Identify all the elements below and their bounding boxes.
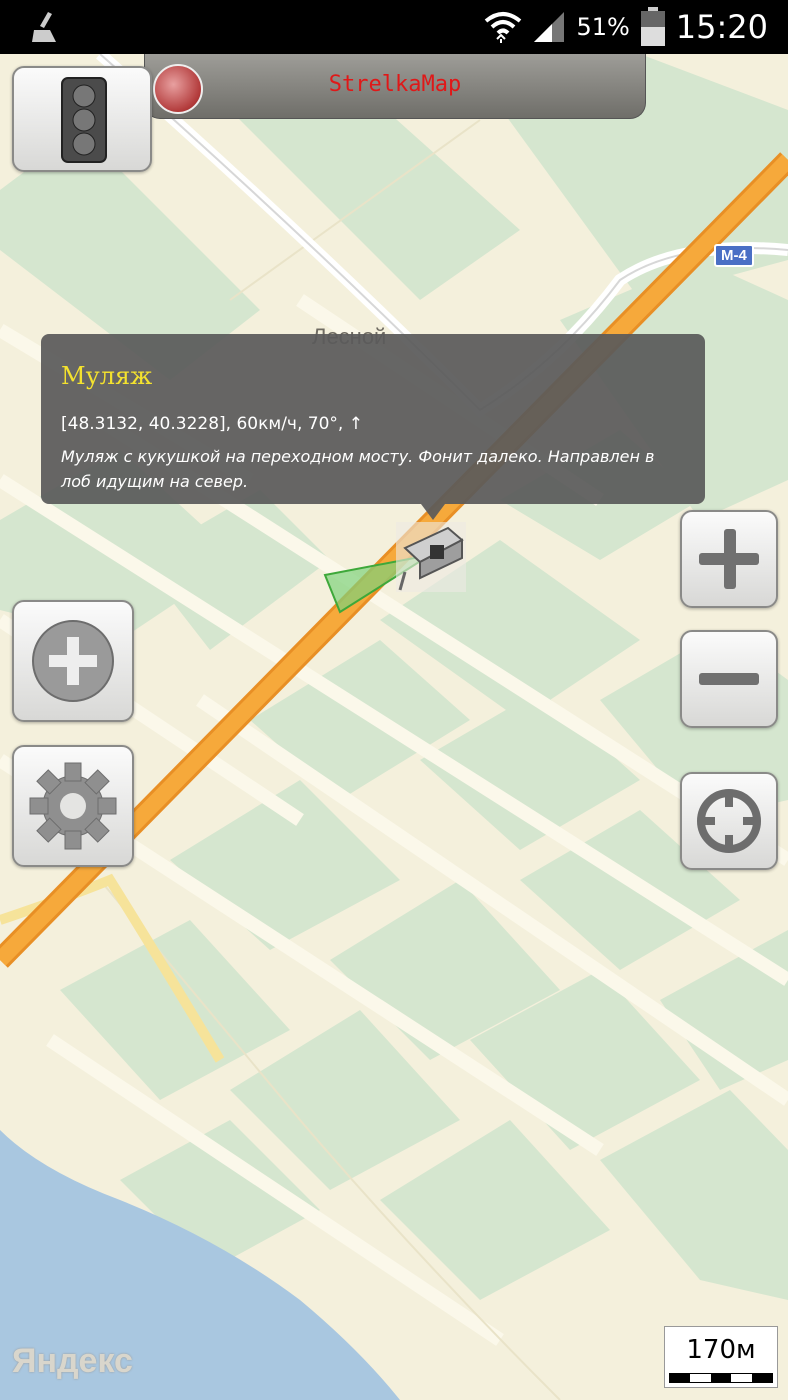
clock: 15:20 bbox=[675, 8, 768, 46]
map-view[interactable]: Лесной М-4 bbox=[0, 54, 788, 1400]
popup-description: Муляж с кукушкой на переходном мосту. Фо… bbox=[61, 447, 655, 491]
battery-percent: 51% bbox=[576, 13, 630, 41]
camera-info-popup[interactable]: Муляж [48.3132, 40.3228], 60км/ч, 70°, ↑… bbox=[41, 334, 705, 520]
zoom-out-button[interactable] bbox=[680, 630, 778, 728]
zoom-out-icon bbox=[699, 673, 759, 685]
locate-button[interactable] bbox=[680, 772, 778, 870]
zoom-in-button[interactable] bbox=[680, 510, 778, 608]
scale-label: 170м bbox=[686, 1335, 756, 1365]
add-point-button[interactable] bbox=[12, 600, 134, 722]
scale-indicator: 170м bbox=[664, 1326, 778, 1388]
plus-circle-icon bbox=[32, 620, 114, 702]
top-bar: StrelkaMap bbox=[144, 54, 646, 119]
status-bar: 51% 15:20 bbox=[0, 0, 788, 54]
traffic-light-icon bbox=[61, 77, 107, 163]
clean-master-icon bbox=[32, 12, 56, 42]
app-title: StrelkaMap bbox=[328, 72, 462, 97]
signal-icon bbox=[534, 12, 565, 42]
settings-button[interactable] bbox=[12, 745, 134, 867]
zoom-in-icon bbox=[699, 529, 759, 589]
wifi-icon bbox=[485, 12, 522, 43]
yandex-logo[interactable]: Яндекс bbox=[12, 1342, 133, 1381]
battery-icon bbox=[640, 7, 665, 46]
popup-coordinates: [48.3132, 40.3228], 60км/ч, 70°, ↑ bbox=[61, 414, 363, 434]
crosshair-icon bbox=[697, 789, 761, 853]
popup-title: Муляж bbox=[61, 362, 153, 390]
road-shield-label: М-4 bbox=[714, 244, 754, 267]
scale-bar bbox=[669, 1373, 773, 1383]
map-canvas[interactable] bbox=[0, 54, 788, 1400]
gear-icon bbox=[29, 762, 117, 850]
traffic-light-button[interactable] bbox=[12, 66, 152, 172]
